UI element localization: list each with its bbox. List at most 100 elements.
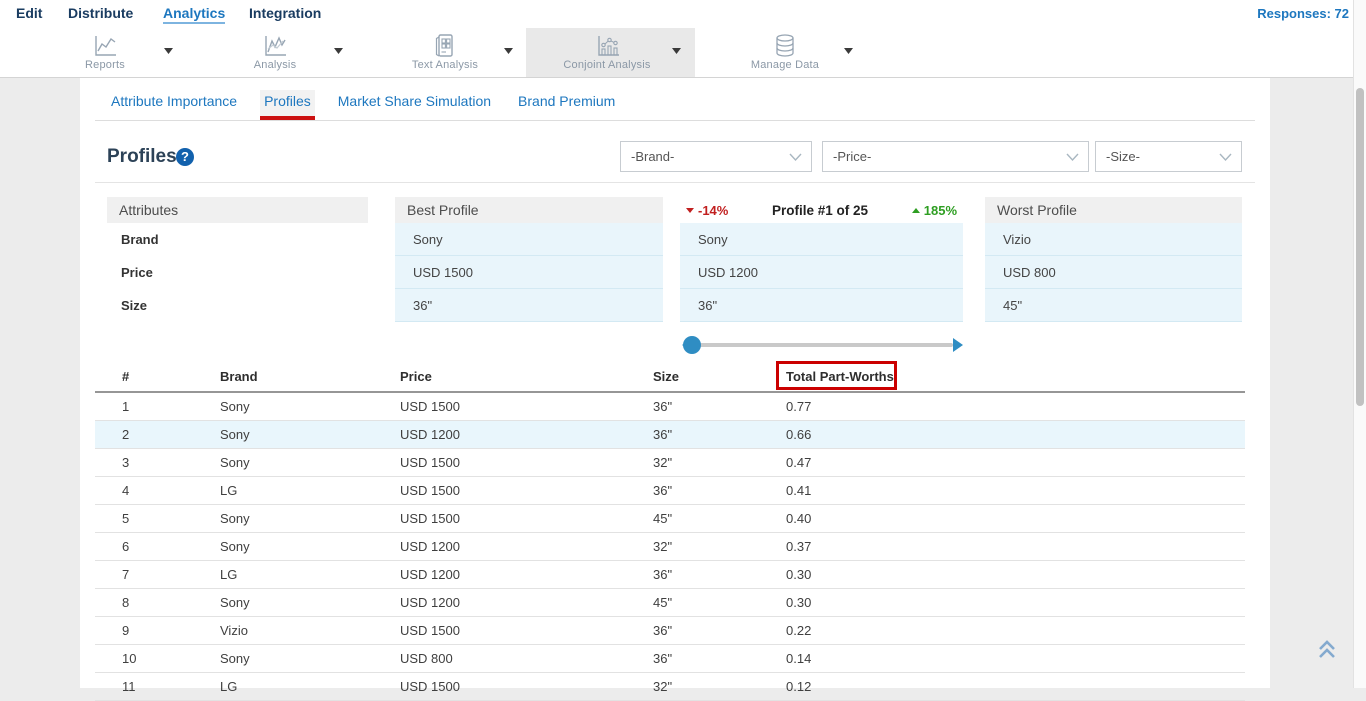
table-cell: 36": [653, 567, 672, 582]
table-cell: 0.12: [786, 679, 811, 694]
table-cell: USD 1500: [400, 483, 460, 498]
chevron-down-icon[interactable]: [334, 48, 343, 54]
best-profile-header: Best Profile: [395, 197, 663, 223]
table-cell: LG: [220, 679, 237, 694]
table-cell: USD 1200: [400, 567, 460, 582]
responses-count[interactable]: Responses: 72: [1257, 6, 1349, 21]
table-cell: 1: [122, 399, 129, 414]
chevron-down-icon[interactable]: [164, 48, 173, 54]
table-row: 11LGUSD 150032"0.12: [95, 673, 1245, 701]
table-cell: USD 800: [400, 651, 453, 666]
increase-badge: 185%: [912, 203, 957, 218]
price-filter-dropdown[interactable]: -Price-: [822, 141, 1089, 172]
toolbar-item-reports[interactable]: Reports: [30, 28, 180, 77]
chevron-down-icon[interactable]: [504, 48, 513, 54]
worst-profile-header: Worst Profile: [985, 197, 1242, 223]
tab-attribute-importance[interactable]: Attribute Importance: [107, 90, 241, 120]
worst-profile-price: USD 800: [985, 256, 1242, 289]
chevron-down-icon[interactable]: [672, 48, 681, 54]
brand-filter-value: -Brand-: [631, 149, 674, 164]
table-cell: LG: [220, 483, 237, 498]
attribute-label-brand: Brand: [121, 223, 321, 256]
tabs-divider: [95, 120, 1255, 121]
table-cell: USD 1500: [400, 399, 460, 414]
nav-item-edit[interactable]: Edit: [16, 5, 42, 21]
slider-right-arrow-icon[interactable]: [953, 338, 963, 352]
table-cell: Sony: [220, 427, 250, 442]
table-header-row: # Brand Price Size Total Part-Worths: [95, 363, 1245, 393]
table-cell: USD 1200: [400, 427, 460, 442]
toolbar-item-text-analysis[interactable]: Text Analysis: [370, 28, 520, 77]
best-profile-size: 36": [395, 289, 663, 322]
size-filter-dropdown[interactable]: -Size-: [1095, 141, 1242, 172]
scrollbar-track[interactable]: [1353, 0, 1366, 688]
table-cell: 0.30: [786, 567, 811, 582]
toolbar-item-label: Conjoint Analysis: [532, 59, 682, 71]
table-cell: Sony: [220, 455, 250, 470]
best-profile-price: USD 1500: [395, 256, 663, 289]
nav-item-analytics[interactable]: Analytics: [163, 5, 225, 24]
current-profile-size: 36": [680, 289, 963, 322]
table-row: 1SonyUSD 150036"0.77: [95, 393, 1245, 421]
toolbar-item-manage-data[interactable]: Manage Data: [710, 28, 860, 77]
conjoint-analysis-page: { "nav": { "items": [ { "label": "Edit",…: [0, 0, 1366, 688]
best-profile-brand: Sony: [395, 223, 663, 256]
multi-line-chart-icon: [200, 33, 350, 59]
top-navbar: Edit Distribute Analytics Integration Re…: [0, 0, 1366, 28]
slider-track[interactable]: [688, 343, 953, 347]
chevron-down-icon: [789, 153, 802, 162]
table-row: 8SonyUSD 120045"0.30: [95, 589, 1245, 617]
column-header-size: Size: [653, 369, 679, 384]
profile-slider[interactable]: [682, 336, 963, 354]
tab-market-share-simulation[interactable]: Market Share Simulation: [334, 90, 495, 120]
slider-handle[interactable]: [683, 336, 701, 354]
page-title: Profiles: [107, 146, 177, 168]
table-cell: 0.66: [786, 427, 811, 442]
tab-brand-premium[interactable]: Brand Premium: [514, 90, 619, 120]
table-cell: Sony: [220, 595, 250, 610]
attribute-label-price: Price: [121, 256, 321, 289]
table-cell: 32": [653, 539, 672, 554]
table-cell: 32": [653, 679, 672, 694]
current-profile-brand: Sony: [680, 223, 963, 256]
toolbar-item-conjoint-analysis[interactable]: Conjoint Analysis: [526, 28, 695, 77]
column-header-price: Price: [400, 369, 432, 384]
size-filter-value: -Size-: [1106, 149, 1140, 164]
table-row: 10SonyUSD 80036"0.14: [95, 645, 1245, 673]
toolbar-item-label: Manage Data: [710, 59, 860, 71]
table-cell: 9: [122, 623, 129, 638]
table-cell: 36": [653, 483, 672, 498]
text-document-icon: [370, 33, 520, 59]
current-profile-price: USD 1200: [680, 256, 963, 289]
heading-divider: [95, 182, 1255, 183]
table-cell: 0.41: [786, 483, 811, 498]
table-row: 7LGUSD 120036"0.30: [95, 561, 1245, 589]
column-header-number: #: [122, 369, 129, 384]
scroll-to-top-button[interactable]: [1316, 638, 1338, 662]
table-body: 1SonyUSD 150036"0.772SonyUSD 120036"0.66…: [95, 393, 1245, 701]
table-cell: USD 1200: [400, 539, 460, 554]
nav-item-distribute[interactable]: Distribute: [68, 5, 133, 21]
table-cell: 0.77: [786, 399, 811, 414]
table-cell: 0.22: [786, 623, 811, 638]
brand-filter-dropdown[interactable]: -Brand-: [620, 141, 812, 172]
table-row: 5SonyUSD 150045"0.40: [95, 505, 1245, 533]
tab-profiles[interactable]: Profiles: [260, 90, 315, 120]
nav-item-integration[interactable]: Integration: [249, 5, 321, 21]
table-cell: 0.40: [786, 511, 811, 526]
worst-profile-brand: Vizio: [985, 223, 1242, 256]
scrollbar-thumb[interactable]: [1356, 88, 1364, 406]
toolbar-item-analysis[interactable]: Analysis: [200, 28, 350, 77]
line-chart-icon: [30, 33, 180, 59]
table-cell: 32": [653, 455, 672, 470]
table-cell: 45": [653, 595, 672, 610]
decrease-value: -14%: [698, 203, 728, 218]
chevron-down-icon[interactable]: [844, 48, 853, 54]
table-row: 6SonyUSD 120032"0.37: [95, 533, 1245, 561]
table-cell: Sony: [220, 539, 250, 554]
toolbar-item-label: Reports: [30, 59, 180, 71]
table-cell: 0.47: [786, 455, 811, 470]
double-chevron-up-icon: [1316, 638, 1338, 662]
help-icon[interactable]: ?: [176, 148, 194, 166]
table-cell: USD 1500: [400, 679, 460, 694]
